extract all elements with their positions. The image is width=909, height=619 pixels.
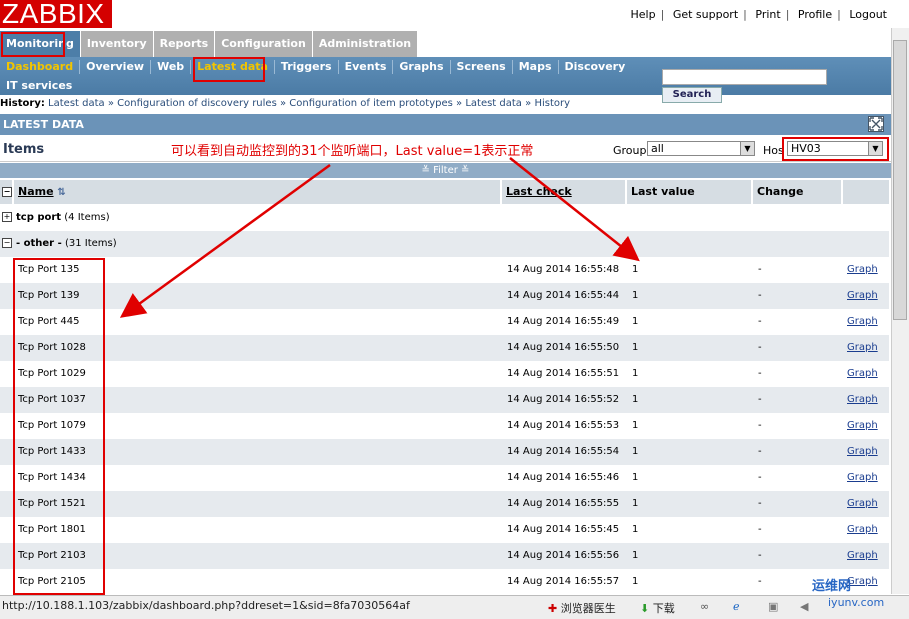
watermark-text: 运维网 bbox=[812, 579, 852, 594]
link-icon[interactable]: ∞ bbox=[700, 600, 709, 613]
ie-icon[interactable]: ℯ bbox=[733, 600, 740, 613]
scrollbar-thumb[interactable] bbox=[893, 40, 907, 320]
annotation-arrows bbox=[119, 157, 640, 318]
speaker-icon[interactable]: ◀ bbox=[800, 600, 808, 613]
window-icon[interactable]: ▣ bbox=[768, 600, 778, 613]
download-arrow-icon: ⬇ bbox=[640, 602, 650, 615]
browser-doctor[interactable]: ✚ 浏览器医生 bbox=[548, 600, 616, 616]
status-url: http://10.188.1.103/zabbix/dashboard.php… bbox=[2, 599, 410, 612]
download-label: 下载 bbox=[652, 602, 675, 615]
plus-icon: ✚ bbox=[548, 602, 558, 615]
download-button[interactable]: ⬇ 下载 bbox=[640, 600, 675, 616]
watermark-url: iyunv.com bbox=[828, 596, 885, 609]
browser-doctor-label: 浏览器医生 bbox=[560, 602, 616, 615]
